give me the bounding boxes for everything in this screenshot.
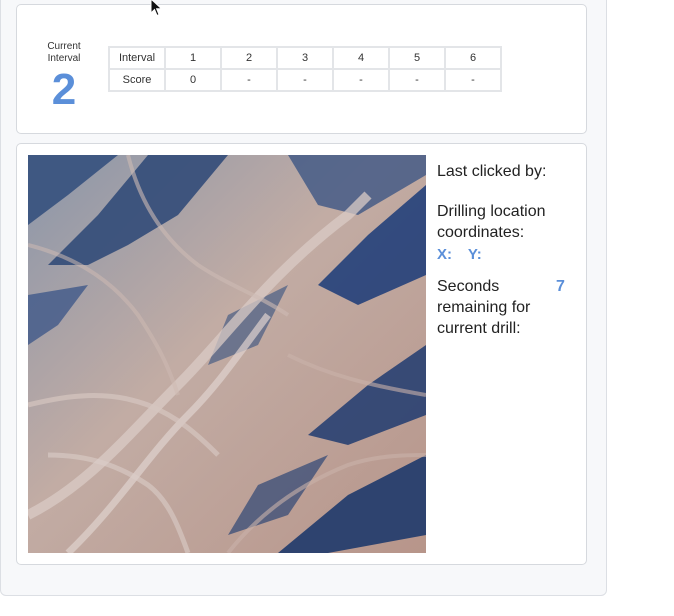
current-interval-label: Current Interval [47,41,81,64]
score-cell-1: 0 [164,68,222,92]
score-row: Score 0 - - - - - [108,68,502,92]
last-clicked-label: Last clicked by: [437,163,547,180]
interval-cell-2: 2 [220,46,278,70]
drilling-coordinates: X: Y: [437,244,494,265]
terrain-drilling-map[interactable] [28,155,426,553]
interval-cell-4: 4 [332,46,390,70]
interval-cell-3: 3 [276,46,334,70]
current-interval-indicator: Current Interval 2 [39,41,89,113]
interval-cell-6: 6 [444,46,502,70]
score-cell-5: - [388,68,446,92]
interval-row-header: Interval [108,46,166,70]
y-coordinate-label: Y: [467,246,482,263]
interval-score-card: Current Interval 2 Interval 1 2 3 4 5 6 … [16,4,587,134]
drilling-coordinates-label: Drilling location coordinates: [437,203,546,241]
interval-cell-1: 1 [164,46,222,70]
score-cell-4: - [332,68,390,92]
score-cell-3: - [276,68,334,92]
mouse-pointer-icon [150,0,163,17]
seconds-remaining-label: Seconds remaining for current drill: [437,278,531,337]
score-cell-6: - [444,68,502,92]
current-interval-value: 2 [51,65,77,114]
seconds-remaining-value: 7 [556,278,565,295]
score-row-header: Score [108,68,166,92]
score-cell-2: - [220,68,278,92]
interval-cell-5: 5 [388,46,446,70]
x-coordinate-label: X: [437,246,452,263]
drilling-card: Last clicked by: Drilling location coord… [16,143,587,565]
interval-row: Interval 1 2 3 4 5 6 [108,46,502,70]
score-table: Interval 1 2 3 4 5 6 Score 0 - - - - - [108,46,502,92]
